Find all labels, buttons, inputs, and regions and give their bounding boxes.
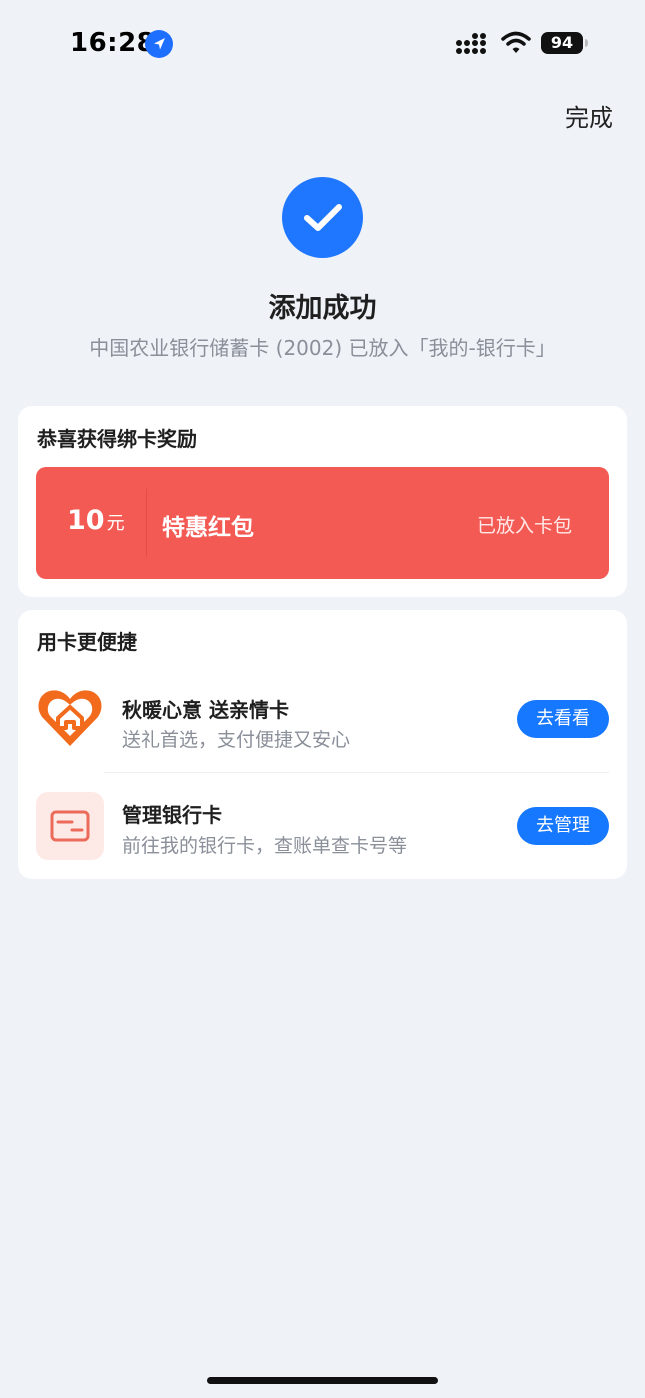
result-subtitle: 中国农业银行储蓄卡 (2002) 已放入「我的-银行卡」 [89,336,556,360]
reward-card: 恭喜获得绑卡奖励 10 元 特惠红包 已放入卡包 [18,406,627,597]
reward-card-title: 恭喜获得绑卡奖励 [37,427,197,451]
list-item-manage-card[interactable]: 管理银行卡 前往我的银行卡，查账单查卡号等 去管理 [18,778,627,878]
convenience-card: 用卡更便捷 秋暖心意 送亲情卡 送礼首选，支付便捷又安心 去看看 管理银行卡 前… [18,610,627,879]
battery-tip [585,39,588,47]
row-divider [104,772,609,773]
battery-level: 94 [541,32,583,54]
list-item-family-card[interactable]: 秋暖心意 送亲情卡 送礼首选，支付便捷又安心 去看看 [18,670,627,770]
row-title: 管理银行卡 [122,803,222,827]
reward-name: 特惠红包 [162,515,254,541]
manage-button[interactable]: 去管理 [517,807,609,845]
view-button[interactable]: 去看看 [517,700,609,738]
status-time: 16:28 [70,28,156,58]
row-description: 送礼首选，支付便捷又安心 [122,729,351,751]
battery-icon: 94 [541,32,589,54]
bank-card-icon [36,792,104,860]
row-description: 前往我的银行卡，查账单查卡号等 [122,835,408,857]
status-bar: 16:28 94 [0,0,645,90]
reward-amount: 10 元 [67,505,125,536]
reward-divider [146,489,147,557]
cellular-signal-icon [456,33,490,55]
wifi-icon [501,31,531,55]
reward-status: 已放入卡包 [476,515,572,537]
page-title: 添加成功 [268,293,377,324]
red-packet-coupon[interactable]: 10 元 特惠红包 已放入卡包 [36,467,609,579]
row-title: 秋暖心意 送亲情卡 [122,698,289,722]
reward-amount-unit: 元 [106,513,125,534]
done-button[interactable]: 完成 [565,98,613,133]
success-check-icon [282,177,363,258]
heart-house-icon [36,684,104,752]
home-indicator[interactable] [207,1377,438,1384]
reward-amount-value: 10 [67,505,105,536]
convenience-card-title: 用卡更便捷 [37,630,137,654]
location-arrow-icon [145,30,173,58]
